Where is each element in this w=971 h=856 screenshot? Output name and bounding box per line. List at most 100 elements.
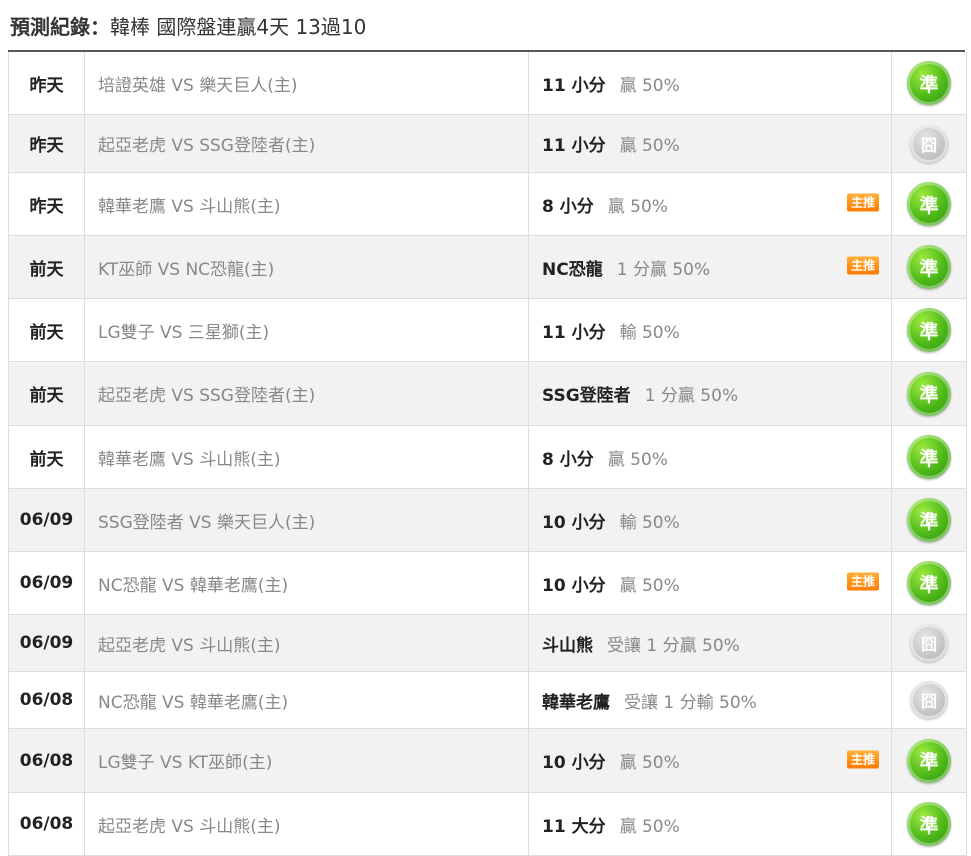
win-result-icon: 準 — [907, 182, 951, 226]
row-day: 昨天 — [9, 52, 85, 114]
win-result-icon: 準 — [907, 308, 951, 352]
pick-detail: 輸 50% — [619, 322, 680, 343]
title-label: 預測紀錄： — [10, 15, 110, 39]
table-row[interactable]: 06/09 起亞老虎 VS 斗山熊(主) 斗山熊 受讓 1 分贏 50% 囧 — [9, 615, 966, 672]
table-row[interactable]: 昨天 韓華老鷹 VS 斗山熊(主) 8 小分贏 50% 主推 準 — [9, 173, 966, 236]
row-match: 培證英雄 VS 樂天巨人(主) — [85, 52, 529, 114]
title-summary: 韓棒 國際盤連贏4天 13過10 — [110, 15, 367, 39]
row-day: 前天 — [9, 362, 85, 425]
push-result-icon: 囧 — [910, 624, 948, 662]
row-result: 準 — [892, 426, 966, 488]
win-result-icon: 準 — [907, 802, 951, 846]
pick-value: 11 小分 — [542, 322, 606, 343]
row-result: 準 — [892, 489, 966, 551]
row-day: 06/09 — [9, 615, 85, 671]
row-pick: 10 小分贏 50% 主推 — [529, 729, 892, 792]
row-pick: 8 小分贏 50% 主推 — [529, 173, 892, 235]
row-pick: NC恐龍 1 分贏 50% 主推 — [529, 236, 892, 298]
pick-value: 11 大分 — [542, 816, 606, 837]
row-result: 囧 — [892, 615, 966, 671]
row-pick: 11 小分贏 50% — [529, 52, 892, 114]
row-match: NC恐龍 VS 韓華老鷹(主) — [85, 552, 529, 614]
row-day: 06/09 — [9, 489, 85, 551]
pick-value: 斗山熊 — [542, 635, 593, 656]
page-title: 預測紀錄：韓棒 國際盤連贏4天 13過10 — [10, 11, 366, 40]
row-result: 囧 — [892, 672, 966, 728]
row-result: 準 — [892, 793, 966, 855]
featured-badge: 主推 — [846, 256, 879, 275]
row-match: LG雙子 VS KT巫師(主) — [85, 729, 529, 792]
featured-badge: 主推 — [846, 193, 879, 212]
table-row[interactable]: 06/08 LG雙子 VS KT巫師(主) 10 小分贏 50% 主推 準 — [9, 729, 966, 793]
row-match: KT巫師 VS NC恐龍(主) — [85, 236, 529, 298]
row-day: 06/08 — [9, 793, 85, 855]
win-result-icon: 準 — [907, 371, 951, 416]
row-day: 06/08 — [9, 729, 85, 792]
row-result: 準 — [892, 299, 966, 361]
pick-value: 10 小分 — [542, 512, 606, 533]
row-result: 囧 — [892, 115, 966, 172]
push-result-icon: 囧 — [910, 681, 948, 719]
pick-value: 10 小分 — [542, 753, 606, 773]
row-day: 昨天 — [9, 173, 85, 235]
row-match: 起亞老虎 VS 斗山熊(主) — [85, 615, 529, 671]
win-result-icon: 準 — [907, 245, 951, 289]
pick-detail: 贏 50% — [619, 136, 680, 156]
win-result-icon: 準 — [907, 561, 951, 605]
row-pick: 10 小分贏 50% 主推 — [529, 552, 892, 614]
table-row[interactable]: 06/08 起亞老虎 VS 斗山熊(主) 11 大分贏 50% 準 — [9, 793, 966, 856]
row-pick: SSG登陸者 1 分贏 50% — [529, 362, 892, 425]
row-result: 準 — [892, 362, 966, 425]
push-result-icon: 囧 — [910, 124, 948, 163]
pick-detail: 受讓 1 分輸 50% — [624, 692, 757, 713]
row-match: NC恐龍 VS 韓華老鷹(主) — [85, 672, 529, 728]
pick-detail: 贏 50% — [607, 196, 668, 217]
pick-detail: 贏 50% — [619, 75, 680, 96]
pick-detail: 贏 50% — [619, 816, 680, 837]
pick-detail: 贏 50% — [619, 575, 680, 596]
row-day: 06/09 — [9, 552, 85, 614]
row-pick: 11 小分輸 50% — [529, 299, 892, 361]
featured-badge: 主推 — [846, 572, 879, 591]
table-row[interactable]: 前天 LG雙子 VS 三星獅(主) 11 小分輸 50% 準 — [9, 299, 966, 362]
pick-value: 8 小分 — [542, 196, 594, 217]
table-row[interactable]: 昨天 培證英雄 VS 樂天巨人(主) 11 小分贏 50% 準 — [9, 52, 966, 115]
pick-detail: 1 分贏 50% — [644, 386, 739, 406]
row-match: LG雙子 VS 三星獅(主) — [85, 299, 529, 361]
row-day: 昨天 — [9, 115, 85, 172]
pick-detail: 贏 50% — [607, 449, 668, 470]
pick-value: NC恐龍 — [542, 259, 603, 280]
table-row[interactable]: 06/09 SSG登陸者 VS 樂天巨人(主) 10 小分輸 50% 準 — [9, 489, 966, 552]
table-row[interactable]: 06/09 NC恐龍 VS 韓華老鷹(主) 10 小分贏 50% 主推 準 — [9, 552, 966, 615]
row-pick: 韓華老鷹 受讓 1 分輸 50% — [529, 672, 892, 728]
pick-detail: 輸 50% — [619, 512, 680, 533]
table-row[interactable]: 昨天 起亞老虎 VS SSG登陸者(主) 11 小分贏 50% 囧 — [9, 115, 966, 173]
row-day: 前天 — [9, 236, 85, 298]
pick-detail: 受讓 1 分贏 50% — [607, 635, 740, 656]
row-day: 前天 — [9, 299, 85, 361]
table-row[interactable]: 前天 起亞老虎 VS SSG登陸者(主) SSG登陸者 1 分贏 50% 準 — [9, 362, 966, 426]
row-match: 起亞老虎 VS 斗山熊(主) — [85, 793, 529, 855]
row-match: 韓華老鷹 VS 斗山熊(主) — [85, 173, 529, 235]
row-match: 韓華老鷹 VS 斗山熊(主) — [85, 426, 529, 488]
table-row[interactable]: 06/08 NC恐龍 VS 韓華老鷹(主) 韓華老鷹 受讓 1 分輸 50% 囧 — [9, 672, 966, 729]
row-pick: 斗山熊 受讓 1 分贏 50% — [529, 615, 892, 671]
row-result: 準 — [892, 729, 966, 792]
win-result-icon: 準 — [907, 61, 951, 105]
row-result: 準 — [892, 552, 966, 614]
pick-value: SSG登陸者 — [542, 386, 631, 406]
win-result-icon: 準 — [907, 435, 951, 479]
row-match: 起亞老虎 VS SSG登陸者(主) — [85, 115, 529, 172]
row-pick: 8 小分贏 50% — [529, 426, 892, 488]
row-pick: 11 大分贏 50% — [529, 793, 892, 855]
table-row[interactable]: 前天 KT巫師 VS NC恐龍(主) NC恐龍 1 分贏 50% 主推 準 — [9, 236, 966, 299]
row-result: 準 — [892, 52, 966, 114]
win-result-icon: 準 — [907, 498, 951, 542]
row-pick: 11 小分贏 50% — [529, 115, 892, 172]
table-row[interactable]: 前天 韓華老鷹 VS 斗山熊(主) 8 小分贏 50% 準 — [9, 426, 966, 489]
pick-value: 10 小分 — [542, 575, 606, 596]
pick-detail: 1 分贏 50% — [616, 259, 711, 280]
win-result-icon: 準 — [907, 738, 951, 783]
row-pick: 10 小分輸 50% — [529, 489, 892, 551]
row-result: 準 — [892, 173, 966, 235]
